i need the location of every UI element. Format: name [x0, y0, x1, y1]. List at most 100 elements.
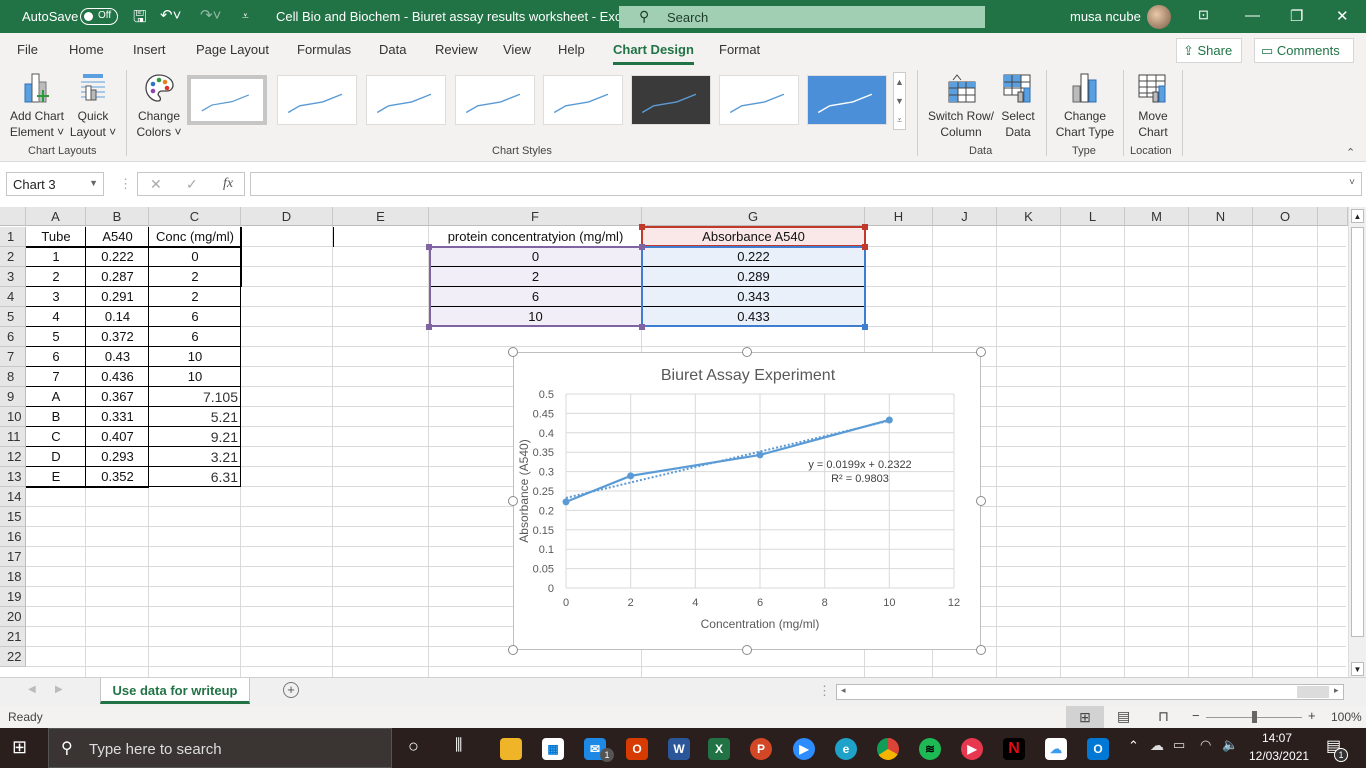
chart-style-1[interactable] [187, 75, 267, 125]
show-hidden-icons[interactable]: ⌃ [1128, 738, 1139, 754]
table1-cell[interactable]: 10 [149, 347, 241, 367]
file-explorer-icon[interactable] [500, 738, 522, 760]
tab-data[interactable]: Data [379, 42, 406, 57]
battery-icon[interactable]: ▭ [1173, 737, 1185, 753]
table1-cell[interactable]: 6 [149, 327, 241, 347]
undo-icon[interactable]: ↶˅ [160, 6, 181, 24]
table1-cell[interactable]: 9.21 [149, 427, 241, 447]
zoom-level[interactable]: 100% [1331, 710, 1362, 724]
tab-format[interactable]: Format [719, 42, 760, 57]
table1-cell[interactable]: 0.14 [86, 307, 149, 327]
table1-cell[interactable]: 6 [26, 347, 86, 367]
gallery-more-icon[interactable]: ⩡ [894, 111, 905, 130]
change-chart-type-button[interactable]: Change Chart Type [1052, 70, 1118, 140]
range-resize-handle[interactable] [639, 224, 645, 230]
avatar[interactable] [1147, 5, 1171, 29]
search-box[interactable]: ⚲ Search [619, 6, 985, 28]
change-colors-button[interactable]: Change Colors ˅ [133, 70, 185, 140]
row-header-13[interactable]: 13 [0, 467, 26, 487]
scroll-up-icon[interactable]: ▲ [1351, 209, 1364, 223]
tab-home[interactable]: Home [69, 42, 104, 57]
table1-cell[interactable]: 7 [26, 367, 86, 387]
page-layout-view-icon[interactable]: ▤ [1117, 708, 1130, 725]
table1-cell[interactable]: 2 [149, 287, 241, 307]
table1-cell[interactable]: 0 [149, 247, 241, 267]
column-header-G[interactable]: G [642, 207, 865, 226]
gallery-scroll[interactable]: ▲ ▼ ⩡ [893, 72, 906, 130]
table1-cell[interactable]: 0.352 [86, 467, 149, 487]
chart-style-8[interactable] [807, 75, 887, 125]
table1-cell[interactable]: 3.21 [149, 447, 241, 467]
chrome-icon[interactable] [877, 738, 899, 760]
icloud-icon[interactable]: ☁ [1045, 738, 1067, 760]
clock-date[interactable]: 12/03/2021 [1249, 749, 1309, 763]
netflix-icon[interactable]: N [1003, 738, 1025, 760]
zoom-app-icon[interactable]: ▶ [793, 738, 815, 760]
ribbon-display-icon[interactable]: ⊡ [1198, 7, 1209, 23]
row-header-11[interactable]: 11 [0, 427, 26, 447]
row-header-14[interactable]: 14 [0, 487, 26, 507]
table1-cell[interactable]: B [26, 407, 86, 427]
task-view-icon[interactable]: ⫼ [455, 737, 462, 755]
row-header-10[interactable]: 10 [0, 407, 26, 427]
restore-icon[interactable]: ❐ [1290, 7, 1303, 25]
tab-help[interactable]: Help [558, 42, 585, 57]
scroll-left-icon[interactable]: ◂ [841, 685, 846, 696]
page-break-view-icon[interactable]: ⊓ [1158, 708, 1169, 725]
row-header-2[interactable]: 2 [0, 247, 26, 267]
range-resize-handle[interactable] [862, 324, 868, 330]
redo-icon[interactable]: ↷˅ [200, 6, 221, 24]
name-box[interactable]: Chart 3 ▼ [6, 172, 104, 196]
powerpoint-icon[interactable]: P [750, 738, 772, 760]
chart-style-4[interactable] [455, 75, 535, 125]
office-icon[interactable]: O [626, 738, 648, 760]
name-box-dropdown-icon[interactable]: ▼ [89, 178, 98, 188]
move-chart-button[interactable]: Move Chart [1128, 70, 1178, 140]
chart-resize-handle[interactable] [508, 347, 518, 357]
column-header-B[interactable]: B [86, 207, 149, 226]
table1-header-cell[interactable]: Conc (mg/ml) [149, 227, 241, 247]
wifi-icon[interactable]: ◠ [1200, 737, 1211, 753]
switch-row-column-button[interactable]: Switch Row/ Column [925, 70, 997, 140]
chart-resize-handle[interactable] [976, 496, 986, 506]
chart-style-6[interactable] [631, 75, 711, 125]
chart-resize-handle[interactable] [742, 645, 752, 655]
row-header-5[interactable]: 5 [0, 307, 26, 327]
table1-cell[interactable]: 4 [26, 307, 86, 327]
collapse-ribbon-icon[interactable]: ⌃ [1346, 146, 1355, 159]
minimize-icon[interactable]: — [1245, 7, 1260, 24]
table1-cell[interactable]: 0.331 [86, 407, 149, 427]
column-header-C[interactable]: C [149, 207, 241, 226]
chart-resize-handle[interactable] [976, 645, 986, 655]
row-header-21[interactable]: 21 [0, 627, 26, 647]
comments-button[interactable]: ▭ Comments [1254, 38, 1354, 63]
next-sheet-icon[interactable]: ▶ [55, 684, 63, 695]
zoom-in-icon[interactable]: + [1308, 708, 1316, 723]
table1-header-cell[interactable]: Tube [26, 227, 86, 247]
range-resize-handle[interactable] [862, 244, 868, 250]
chart-resize-handle[interactable] [508, 645, 518, 655]
enter-icon[interactable]: ✓ [186, 176, 198, 193]
chart-style-5[interactable] [543, 75, 623, 125]
clock-time[interactable]: 14:07 [1262, 731, 1292, 745]
quick-layout-button[interactable]: Quick Layout ˅ [68, 70, 118, 140]
save-icon[interactable]: 🖫 [133, 6, 147, 33]
table1-cell[interactable]: 2 [149, 267, 241, 287]
row-header-9[interactable]: 9 [0, 387, 26, 407]
tab-insert[interactable]: Insert [133, 42, 166, 57]
table1-cell[interactable]: 6.31 [149, 467, 241, 487]
cortana-icon[interactable]: ○ [408, 736, 419, 757]
table1-cell[interactable]: 0.43 [86, 347, 149, 367]
table1-cell[interactable]: D [26, 447, 86, 467]
column-header-E[interactable]: E [333, 207, 429, 226]
outlook-icon[interactable]: O [1087, 738, 1109, 760]
user-name[interactable]: musa ncube [1070, 9, 1141, 24]
table1-cell[interactable]: 0.367 [86, 387, 149, 407]
table1-cell[interactable]: 6 [149, 307, 241, 327]
row-header-4[interactable]: 4 [0, 287, 26, 307]
cancel-icon[interactable]: ✕ [150, 176, 162, 193]
spotify-icon[interactable]: ≋ [919, 738, 941, 760]
scroll-right-icon[interactable]: ▸ [1334, 685, 1339, 696]
select-all-corner[interactable] [0, 207, 26, 226]
row-header-18[interactable]: 18 [0, 567, 26, 587]
